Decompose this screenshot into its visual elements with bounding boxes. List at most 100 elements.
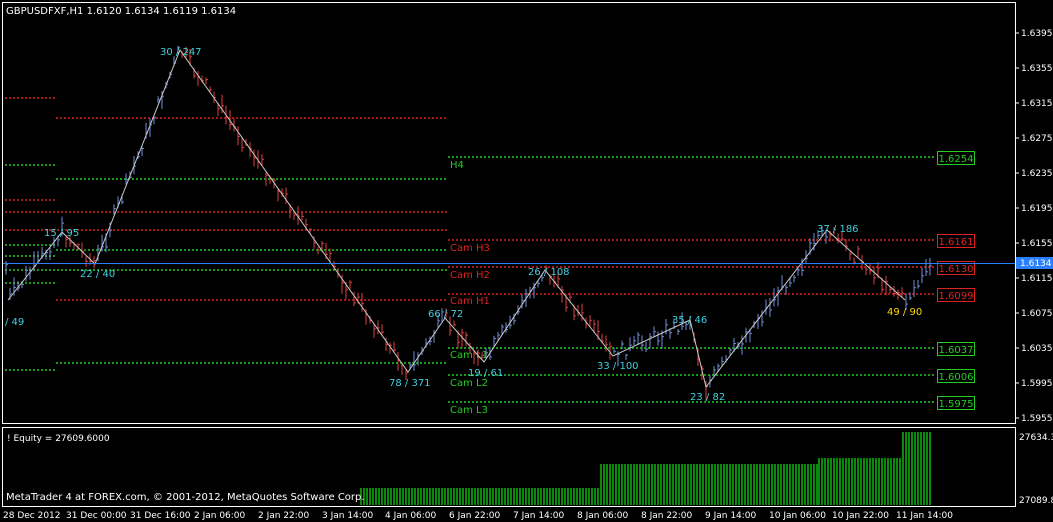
equity-bar (929, 432, 931, 505)
time-tick: 7 Jan 14:00 (513, 511, 565, 521)
time-axis[interactable]: 28 Dec 2012 31 Dec 00:00 31 Dec 16:00 2 … (3, 511, 953, 521)
equity-bar (480, 488, 482, 505)
svg-text:1.6006: 1.6006 (939, 372, 974, 383)
svg-text:1.6099: 1.6099 (939, 291, 974, 302)
equity-bar (768, 464, 770, 505)
equity-bar (504, 488, 506, 505)
equity-bar (483, 488, 485, 505)
equity-bar (729, 464, 731, 505)
main-chart-frame[interactable] (2, 2, 1016, 424)
equity-bar (866, 458, 868, 505)
equity-bar (860, 458, 862, 505)
equity-bar (666, 464, 668, 505)
equity-bar (552, 488, 554, 505)
equity-bar (555, 488, 557, 505)
equity-bar (444, 488, 446, 505)
equity-bar (426, 488, 428, 505)
svg-text:1.6161: 1.6161 (939, 237, 974, 248)
equity-bar (435, 488, 437, 505)
equity-bar (902, 432, 904, 505)
equity-bar (669, 464, 671, 505)
equity-bar (630, 464, 632, 505)
camarilla-lines (448, 156, 935, 403)
equity-bar (636, 464, 638, 505)
equity-bar (824, 458, 826, 505)
equity-bar (450, 488, 452, 505)
equity-bar (369, 488, 371, 505)
equity-bar (690, 464, 692, 505)
equity-histogram (360, 432, 931, 505)
zigzag-label: 66 / 72 (428, 309, 463, 320)
chart-canvas[interactable]: GBPUSDFXF,H1 1.6120 1.6134 1.6119 1.6134… (0, 0, 1053, 522)
price-tick: 1.6155 (1021, 239, 1053, 249)
svg-text:1.6134: 1.6134 (1020, 259, 1052, 269)
equity-bar (546, 488, 548, 505)
equity-bar (468, 488, 470, 505)
svg-text:1.6037: 1.6037 (939, 345, 974, 356)
time-tick: 6 Jan 22:00 (449, 511, 501, 521)
price-tick: 1.6315 (1021, 99, 1053, 109)
equity-bar (678, 464, 680, 505)
equity-bar (723, 464, 725, 505)
equity-bar (654, 464, 656, 505)
equity-bar (579, 488, 581, 505)
equity-bar (609, 464, 611, 505)
equity-bar (495, 488, 497, 505)
equity-bar (525, 488, 527, 505)
equity-bar (756, 464, 758, 505)
zigzag-label: 22 / 40 (80, 269, 115, 280)
equity-bar (914, 432, 916, 505)
zigzag-label: 30 / 247 (160, 47, 202, 58)
price-tick: 1.6355 (1021, 64, 1053, 74)
equity-bar (848, 458, 850, 505)
equity-bar (890, 458, 892, 505)
equity-bar (842, 458, 844, 505)
equity-bar (744, 464, 746, 505)
equity-bar (618, 464, 620, 505)
equity-bar (771, 464, 773, 505)
equity-bar (447, 488, 449, 505)
equity-bar (540, 488, 542, 505)
cam-h4-value-box: 1.6254 (937, 151, 975, 165)
equity-bar (899, 458, 901, 505)
equity-bar (561, 488, 563, 505)
equity-bar (762, 464, 764, 505)
cam-h2-label: Cam H2 (450, 270, 490, 281)
equity-bar (887, 458, 889, 505)
equity-bar (651, 464, 653, 505)
equity-bar (390, 488, 392, 505)
equity-bar (833, 458, 835, 505)
zigzag-label: / 49 (5, 317, 24, 328)
equity-bar (893, 458, 895, 505)
equity-bar (471, 488, 473, 505)
equity-bar (878, 458, 880, 505)
equity-bar (507, 488, 509, 505)
equity-bar (492, 488, 494, 505)
equity-bar (738, 464, 740, 505)
time-tick: 31 Dec 16:00 (130, 511, 191, 521)
equity-bar (836, 458, 838, 505)
equity-bar (615, 464, 617, 505)
equity-bar (456, 488, 458, 505)
equity-bar (684, 464, 686, 505)
equity-bar (750, 464, 752, 505)
cam-l3-label: Cam L3 (450, 405, 488, 416)
equity-bar (441, 488, 443, 505)
equity-bar (519, 488, 521, 505)
equity-bar (926, 432, 928, 505)
equity-bar (726, 464, 728, 505)
equity-bar (675, 464, 677, 505)
equity-bar (594, 488, 596, 505)
equity-bar (633, 464, 635, 505)
equity-bar (513, 488, 515, 505)
equity-bar (854, 458, 856, 505)
equity-bar (702, 464, 704, 505)
equity-bar (863, 458, 865, 505)
equity-bar (573, 488, 575, 505)
equity-bar (663, 464, 665, 505)
equity-bar (393, 488, 395, 505)
price-axis[interactable]: 1.6395 1.6355 1.6315 1.6275 1.6235 1.619… (1015, 3, 1053, 424)
equity-bar (438, 488, 440, 505)
time-tick: 11 Jan 14:00 (896, 511, 953, 521)
equity-bar (576, 488, 578, 505)
